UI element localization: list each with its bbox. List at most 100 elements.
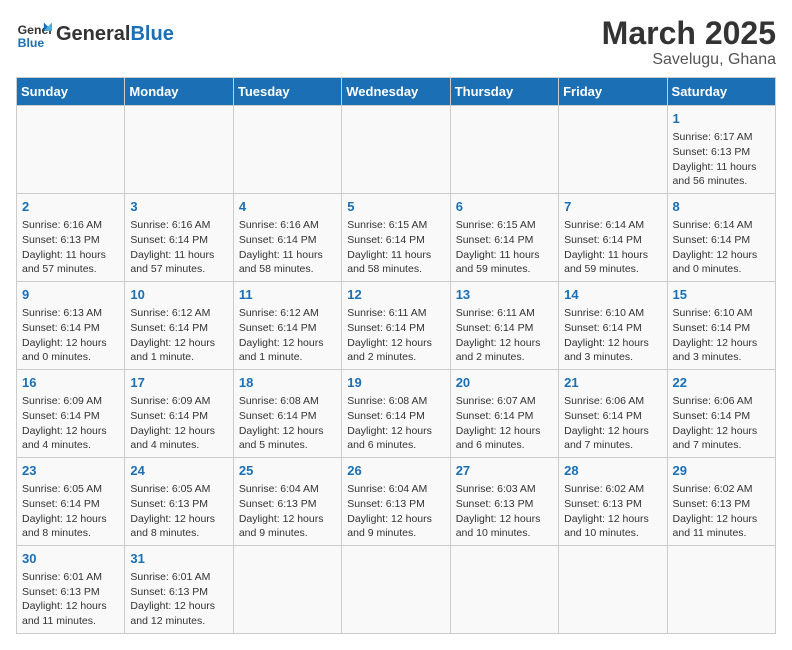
cell-day-number: 16 (22, 374, 119, 392)
day-header-thursday: Thursday (450, 78, 558, 106)
calendar-cell (233, 106, 341, 194)
cell-day-number: 12 (347, 286, 444, 304)
calendar-cell: 17Sunrise: 6:09 AM Sunset: 6:14 PM Dayli… (125, 370, 233, 458)
cell-day-number: 22 (673, 374, 770, 392)
cell-day-number: 23 (22, 462, 119, 480)
header: General Blue GeneralBlue March 2025 Save… (16, 16, 776, 69)
logo-general: General (56, 23, 130, 45)
cell-day-number: 6 (456, 198, 553, 216)
calendar-week-4: 16 Sunrise: 6:09 AM Sunset: 6:14 PM Dayli… (17, 370, 776, 458)
cell-info-text: Sunrise: 6:09 AM Sunset: 6:14 PM Dayligh… (22, 394, 119, 453)
cell-day-number: 31 (130, 550, 227, 568)
cell-info-text: Sunrise: 6:01 AM Sunset: 6:13 PM Dayligh… (22, 570, 119, 629)
cell-day-number: 8 (673, 198, 770, 216)
title-area: March 2025 Savelugu, Ghana (602, 16, 776, 69)
cell-info-text: Sunrise: 6:11 AM Sunset: 6:14 PM Dayligh… (456, 306, 553, 365)
cell-info-text: Sunrise: 6:16 AM Sunset: 6:14 PM Dayligh… (130, 218, 227, 277)
cell-day-number: 2 (22, 198, 119, 216)
calendar-cell: 4Sunrise: 6:16 AM Sunset: 6:14 PM Daylig… (233, 194, 341, 282)
calendar-cell: 12 Sunrise: 6:11 AM Sunset: 6:14 PM Dayli… (342, 282, 450, 370)
cell-info-text: Sunrise: 6:04 AM Sunset: 6:13 PM Dayligh… (347, 482, 444, 541)
calendar-header: SundayMondayTuesdayWednesdayThursdayFrid… (17, 78, 776, 106)
calendar-week-5: 23 Sunrise: 6:05 AM Sunset: 6:14 PM Dayli… (17, 457, 776, 545)
calendar-cell (125, 106, 233, 194)
calendar-cell (450, 106, 558, 194)
cell-info-text: Sunrise: 6:17 AM Sunset: 6:13 PM Dayligh… (673, 130, 770, 189)
calendar-cell: 28Sunrise: 6:02 AM Sunset: 6:13 PM Dayli… (559, 457, 667, 545)
calendar-cell (342, 545, 450, 633)
cell-info-text: Sunrise: 6:15 AM Sunset: 6:14 PM Dayligh… (347, 218, 444, 277)
calendar-cell: 5 Sunrise: 6:15 AM Sunset: 6:14 PM Daylig… (342, 194, 450, 282)
cell-info-text: Sunrise: 6:11 AM Sunset: 6:14 PM Dayligh… (347, 306, 444, 365)
cell-day-number: 5 (347, 198, 444, 216)
logo-icon: General Blue (16, 16, 52, 52)
cell-info-text: Sunrise: 6:14 AM Sunset: 6:14 PM Dayligh… (564, 218, 661, 277)
logo: General Blue GeneralBlue (16, 16, 174, 52)
day-header-tuesday: Tuesday (233, 78, 341, 106)
calendar-cell: 15Sunrise: 6:10 AM Sunset: 6:14 PM Dayli… (667, 282, 775, 370)
cell-day-number: 11 (239, 286, 336, 304)
cell-info-text: Sunrise: 6:10 AM Sunset: 6:14 PM Dayligh… (564, 306, 661, 365)
cell-day-number: 27 (456, 462, 553, 480)
location-title: Savelugu, Ghana (602, 51, 776, 69)
cell-day-number: 13 (456, 286, 553, 304)
calendar-cell: 2 Sunrise: 6:16 AM Sunset: 6:13 PM Daylig… (17, 194, 125, 282)
calendar-cell (233, 545, 341, 633)
calendar-body: 1 Sunrise: 6:17 AM Sunset: 6:13 PM Daylig… (17, 106, 776, 634)
cell-day-number: 18 (239, 374, 336, 392)
cell-info-text: Sunrise: 6:06 AM Sunset: 6:14 PM Dayligh… (673, 394, 770, 453)
cell-info-text: Sunrise: 6:13 AM Sunset: 6:14 PM Dayligh… (22, 306, 119, 365)
cell-day-number: 17 (130, 374, 227, 392)
calendar-table: SundayMondayTuesdayWednesdayThursdayFrid… (16, 77, 776, 634)
calendar-cell (342, 106, 450, 194)
calendar-cell: 1 Sunrise: 6:17 AM Sunset: 6:13 PM Daylig… (667, 106, 775, 194)
logo-blue: Blue (130, 23, 173, 45)
calendar-cell: 7 Sunrise: 6:14 AM Sunset: 6:14 PM Daylig… (559, 194, 667, 282)
calendar-cell (667, 545, 775, 633)
cell-day-number: 7 (564, 198, 661, 216)
cell-info-text: Sunrise: 6:04 AM Sunset: 6:13 PM Dayligh… (239, 482, 336, 541)
calendar-header-row: SundayMondayTuesdayWednesdayThursdayFrid… (17, 78, 776, 106)
day-header-sunday: Sunday (17, 78, 125, 106)
cell-info-text: Sunrise: 6:16 AM Sunset: 6:13 PM Dayligh… (22, 218, 119, 277)
calendar-week-6: 30 Sunrise: 6:01 AM Sunset: 6:13 PM Dayli… (17, 545, 776, 633)
cell-info-text: Sunrise: 6:07 AM Sunset: 6:14 PM Dayligh… (456, 394, 553, 453)
cell-info-text: Sunrise: 6:01 AM Sunset: 6:13 PM Dayligh… (130, 570, 227, 629)
cell-info-text: Sunrise: 6:14 AM Sunset: 6:14 PM Dayligh… (673, 218, 770, 277)
cell-info-text: Sunrise: 6:10 AM Sunset: 6:14 PM Dayligh… (673, 306, 770, 365)
cell-info-text: Sunrise: 6:12 AM Sunset: 6:14 PM Dayligh… (130, 306, 227, 365)
cell-info-text: Sunrise: 6:02 AM Sunset: 6:13 PM Dayligh… (564, 482, 661, 541)
cell-day-number: 9 (22, 286, 119, 304)
calendar-cell: 31 Sunrise: 6:01 AM Sunset: 6:13 PM Dayli… (125, 545, 233, 633)
calendar-cell: 16 Sunrise: 6:09 AM Sunset: 6:14 PM Dayli… (17, 370, 125, 458)
cell-day-number: 29 (673, 462, 770, 480)
month-title: March 2025 (602, 16, 776, 51)
day-header-friday: Friday (559, 78, 667, 106)
calendar-cell: 8 Sunrise: 6:14 AM Sunset: 6:14 PM Daylig… (667, 194, 775, 282)
cell-day-number: 30 (22, 550, 119, 568)
day-header-saturday: Saturday (667, 78, 775, 106)
calendar-cell: 10Sunrise: 6:12 AM Sunset: 6:14 PM Dayli… (125, 282, 233, 370)
calendar-cell: 18Sunrise: 6:08 AM Sunset: 6:14 PM Dayli… (233, 370, 341, 458)
calendar-week-2: 2 Sunrise: 6:16 AM Sunset: 6:13 PM Daylig… (17, 194, 776, 282)
calendar-cell: 20Sunrise: 6:07 AM Sunset: 6:14 PM Dayli… (450, 370, 558, 458)
calendar-cell: 23 Sunrise: 6:05 AM Sunset: 6:14 PM Dayli… (17, 457, 125, 545)
day-header-wednesday: Wednesday (342, 78, 450, 106)
calendar-cell: 22 Sunrise: 6:06 AM Sunset: 6:14 PM Dayli… (667, 370, 775, 458)
cell-day-number: 21 (564, 374, 661, 392)
calendar-cell: 25Sunrise: 6:04 AM Sunset: 6:13 PM Dayli… (233, 457, 341, 545)
cell-day-number: 24 (130, 462, 227, 480)
calendar-cell: 13 Sunrise: 6:11 AM Sunset: 6:14 PM Dayli… (450, 282, 558, 370)
calendar-week-1: 1 Sunrise: 6:17 AM Sunset: 6:13 PM Daylig… (17, 106, 776, 194)
cell-day-number: 1 (673, 110, 770, 128)
cell-day-number: 3 (130, 198, 227, 216)
cell-info-text: Sunrise: 6:03 AM Sunset: 6:13 PM Dayligh… (456, 482, 553, 541)
calendar-cell: 24Sunrise: 6:05 AM Sunset: 6:13 PM Dayli… (125, 457, 233, 545)
calendar-cell: 27 Sunrise: 6:03 AM Sunset: 6:13 PM Dayli… (450, 457, 558, 545)
calendar-cell: 9 Sunrise: 6:13 AM Sunset: 6:14 PM Daylig… (17, 282, 125, 370)
cell-info-text: Sunrise: 6:05 AM Sunset: 6:14 PM Dayligh… (22, 482, 119, 541)
calendar-cell: 3 Sunrise: 6:16 AM Sunset: 6:14 PM Daylig… (125, 194, 233, 282)
cell-info-text: Sunrise: 6:02 AM Sunset: 6:13 PM Dayligh… (673, 482, 770, 541)
cell-info-text: Sunrise: 6:06 AM Sunset: 6:14 PM Dayligh… (564, 394, 661, 453)
calendar-cell (17, 106, 125, 194)
